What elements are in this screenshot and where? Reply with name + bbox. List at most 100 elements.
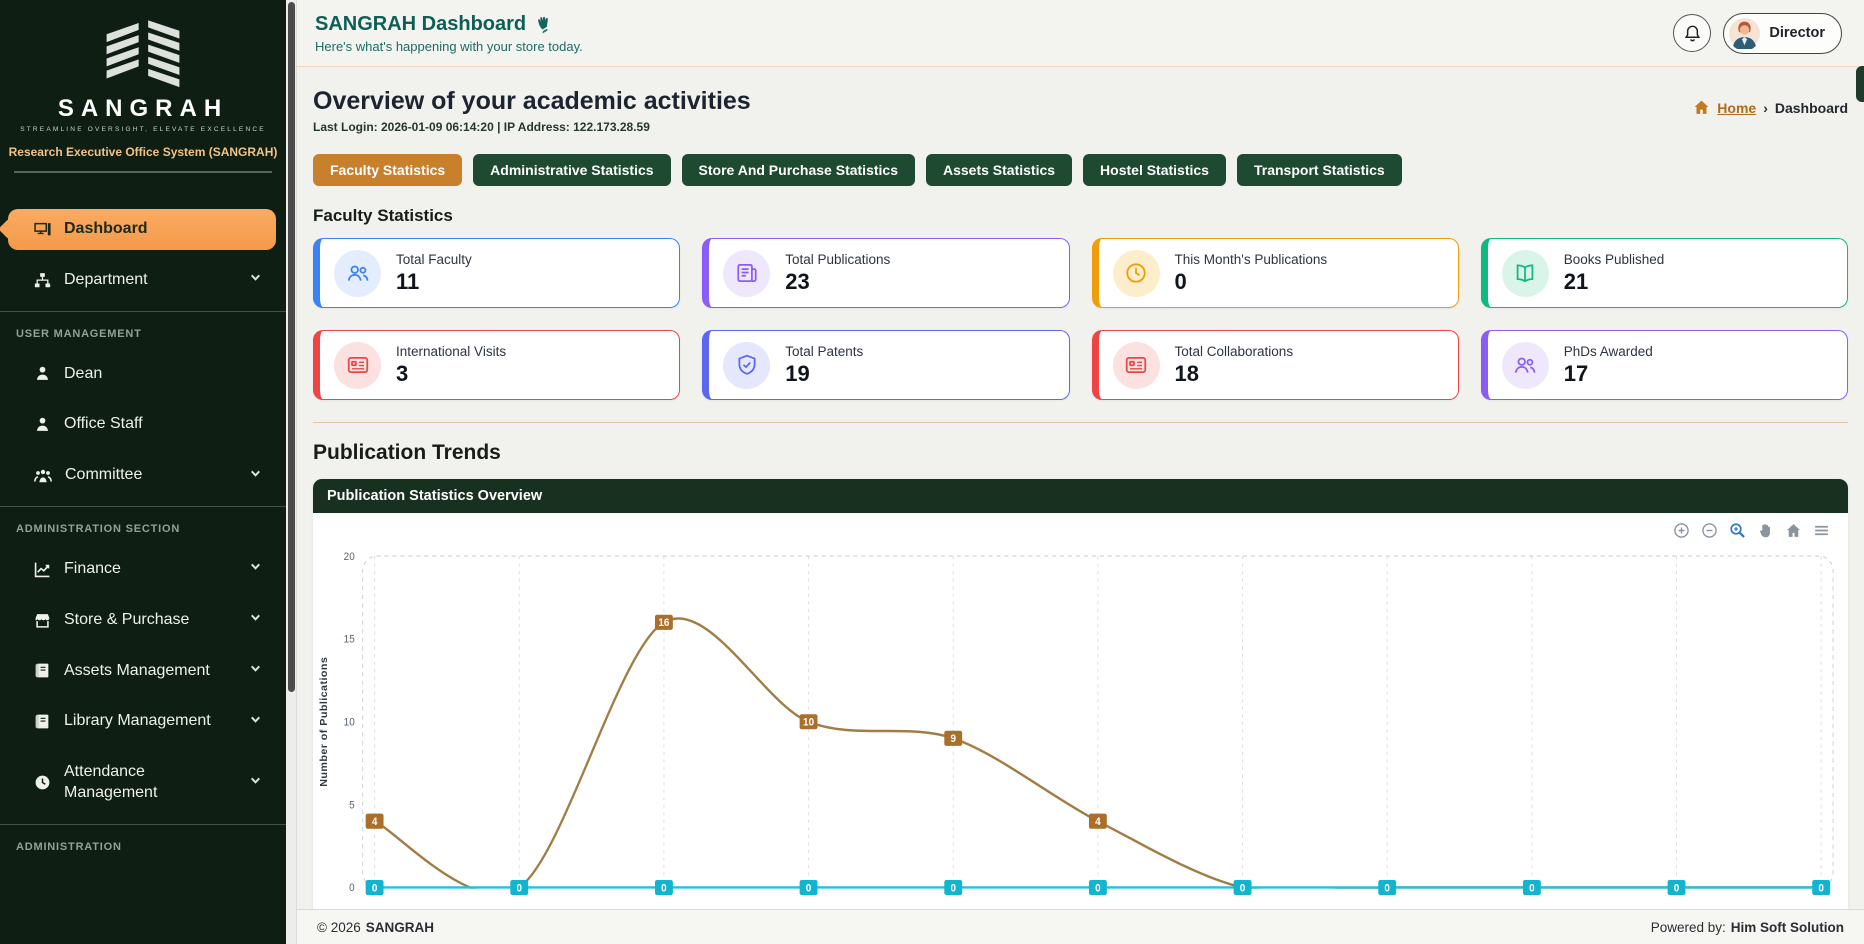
card-label: Total Publications (785, 252, 890, 267)
sidebar: SANGRAH STREAMLINE OVERSIGHT, ELEVATE EX… (0, 0, 286, 944)
header-subtitle: Here's what's happening with your store … (315, 39, 583, 54)
sidebar-item-department[interactable]: Department (8, 260, 276, 301)
app-root: SANGRAH STREAMLINE OVERSIGHT, ELEVATE EX… (0, 0, 1864, 944)
sidebar-item-attendance-management[interactable]: Attendance Management (8, 752, 276, 814)
breadcrumb-current: Dashboard (1775, 100, 1848, 116)
header-titles: SANGRAH Dashboard Here's what's happenin… (315, 13, 583, 54)
main-content: Overview of your academic activities Las… (297, 67, 1864, 909)
tab-hostel-statistics[interactable]: Hostel Statistics (1083, 154, 1226, 186)
sidebar-item-store-purchase[interactable]: Store & Purchase (8, 600, 276, 641)
header-actions: Director (1673, 13, 1842, 54)
notifications-button[interactable] (1673, 14, 1711, 52)
card-value: 18 (1175, 361, 1294, 387)
breadcrumb-separator: › (1763, 100, 1768, 116)
logo-title: SANGRAH (10, 95, 276, 123)
user-menu-button[interactable]: Director (1723, 13, 1842, 54)
stat-card-total-patents: Total Patents 19 (702, 330, 1069, 400)
card-label: Total Patents (785, 344, 863, 359)
card-value: 11 (396, 269, 472, 295)
zoom-in-icon[interactable] (1673, 522, 1690, 539)
zoom-out-icon[interactable] (1701, 522, 1718, 539)
user-group-icon (1502, 342, 1549, 389)
stat-card-phds-awarded: PhDs Awarded17 (1481, 330, 1848, 400)
right-edge-tab[interactable] (1856, 66, 1864, 102)
dashboard-title: SANGRAH Dashboard (315, 13, 526, 36)
home-icon (1693, 99, 1710, 116)
last-login-info: Last Login: 2026-01-09 06:14:20 | IP Add… (313, 120, 751, 134)
trends-title: Publication Trends (313, 441, 1848, 465)
main-column: SANGRAH Dashboard Here's what's happenin… (297, 0, 1864, 944)
section-title: Faculty Statistics (313, 206, 1848, 226)
svg-text:9: 9 (950, 734, 956, 745)
svg-text:Number of Publications: Number of Publications (319, 657, 330, 787)
reset-home-icon[interactable] (1785, 522, 1802, 539)
pan-hand-icon[interactable] (1757, 522, 1774, 539)
chart-line-icon (34, 561, 51, 578)
logo-tagline: STREAMLINE OVERSIGHT, ELEVATE EXCELLENCE (10, 126, 276, 133)
id-card-icon (334, 342, 381, 389)
user-icon (34, 416, 51, 433)
svg-text:0: 0 (1818, 883, 1824, 894)
svg-text:0: 0 (1384, 883, 1390, 894)
card-label: PhDs Awarded (1564, 344, 1653, 359)
publication-chart-card: Publication Statistics Overview 05101520… (313, 479, 1848, 909)
svg-text:0: 0 (372, 883, 378, 894)
stat-card-month-publications: This Month's Publications 0 (1092, 238, 1459, 308)
svg-text:16: 16 (658, 618, 669, 629)
footer-brand: SANGRAH (366, 920, 434, 935)
card-label: This Month's Publications (1175, 252, 1328, 267)
card-value: 23 (785, 269, 890, 295)
sidebar-scrollbar[interactable] (286, 0, 297, 944)
sidebar-item-dean[interactable]: Dean (8, 354, 276, 395)
tab-transport-statistics[interactable]: Transport Statistics (1237, 154, 1402, 186)
stat-card-total-collaborations: Total Collaborations 18 (1092, 330, 1459, 400)
card-value: 3 (396, 361, 506, 387)
sidebar-divider (14, 171, 272, 173)
menu-icon[interactable] (1813, 522, 1830, 539)
sidebar-item-dashboard[interactable]: Dashboard (8, 209, 276, 250)
svg-text:0: 0 (806, 883, 812, 894)
logo: SANGRAH STREAMLINE OVERSIGHT, ELEVATE EX… (0, 0, 286, 133)
svg-text:0: 0 (1095, 883, 1101, 894)
scrollbar-thumb[interactable] (288, 2, 295, 692)
svg-text:0: 0 (1674, 883, 1680, 894)
content-divider (313, 422, 1848, 423)
tab-administrative-statistics[interactable]: Administrative Statistics (473, 154, 670, 186)
card-label: Total Collaborations (1175, 344, 1294, 359)
tab-faculty-statistics[interactable]: Faculty Statistics (313, 154, 462, 186)
breadcrumb-home-link[interactable]: Home (1717, 100, 1756, 116)
card-value: 0 (1175, 269, 1328, 295)
svg-text:0: 0 (1529, 883, 1535, 894)
sidebar-item-committee[interactable]: Committee (8, 455, 276, 496)
svg-text:0: 0 (1240, 883, 1246, 894)
tab-assets-statistics[interactable]: Assets Statistics (926, 154, 1072, 186)
svg-text:4: 4 (1095, 817, 1101, 828)
book-icon (34, 713, 51, 730)
publication-line-chart: 05101520Number of Publications4161094000… (313, 513, 1848, 909)
clock-icon (1113, 250, 1160, 297)
sidebar-item-office-staff[interactable]: Office Staff (8, 404, 276, 445)
card-label: Books Published (1564, 252, 1665, 267)
stat-card-books-published: Books Published21 (1481, 238, 1848, 308)
svg-text:20: 20 (344, 551, 355, 562)
users-icon (34, 468, 52, 484)
chevron-down-icon (249, 662, 262, 680)
chevron-down-icon (249, 467, 262, 485)
svg-text:15: 15 (344, 634, 355, 645)
magnifier-icon[interactable] (1729, 522, 1746, 539)
chevron-down-icon (249, 774, 262, 792)
svg-text:0: 0 (516, 883, 522, 894)
user-role-label: Director (1769, 25, 1825, 41)
sidebar-item-assets-management[interactable]: Assets Management (8, 651, 276, 692)
sidebar-item-finance[interactable]: Finance (8, 549, 276, 590)
breadcrumb: Home › Dashboard (1693, 99, 1848, 116)
svg-text:5: 5 (349, 800, 355, 811)
sidebar-item-library-management[interactable]: Library Management (8, 701, 276, 742)
sidebar-section-user-management: USER MANAGEMENT (0, 311, 286, 350)
svg-text:0: 0 (950, 883, 956, 894)
tab-store-purchase-statistics[interactable]: Store And Purchase Statistics (682, 154, 915, 186)
footer: © 2026SANGRAH Powered by:Him Soft Soluti… (297, 909, 1864, 944)
svg-text:4: 4 (372, 817, 378, 828)
page-title: Overview of your academic activities (313, 87, 751, 116)
card-value: 19 (785, 361, 863, 387)
